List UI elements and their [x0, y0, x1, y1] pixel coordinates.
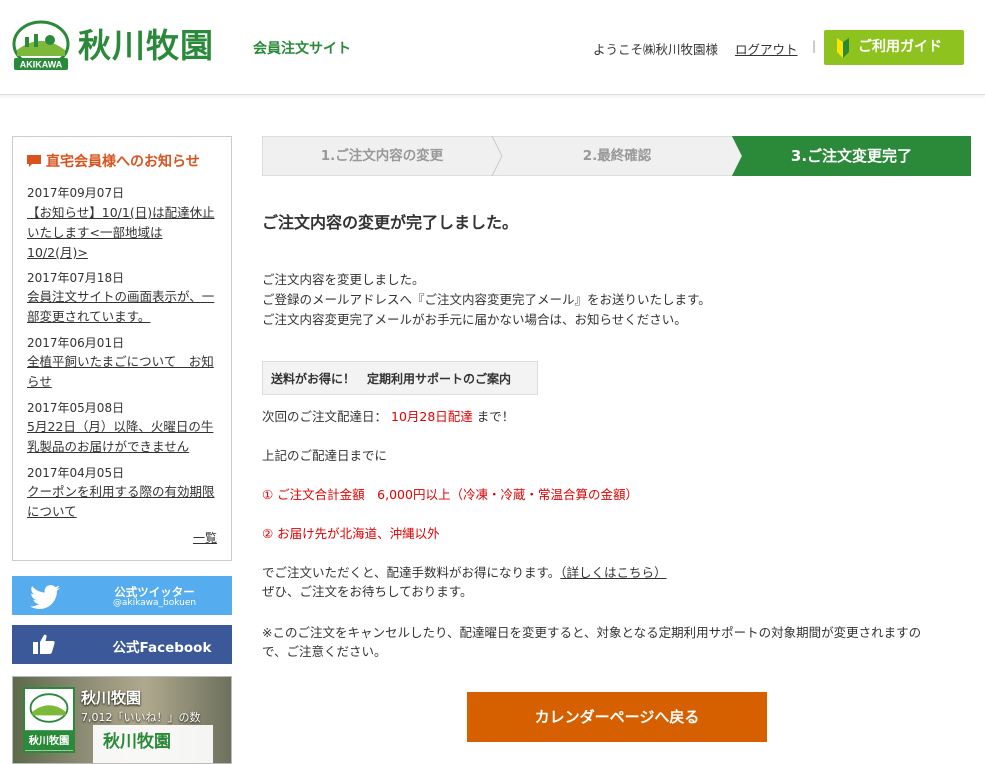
twitter-handle: @akikawa_bokuen	[112, 598, 197, 608]
condition-2: ② お届け先が北海道、沖縄以外	[262, 526, 440, 541]
news-link[interactable]: クーポンを利用する際の有効期限について	[27, 482, 219, 522]
details-link[interactable]: （詳しくはこちら）	[560, 565, 666, 580]
facebook-page-logo-icon: 秋川牧園	[23, 687, 75, 753]
welcome-text: ようこそ㈱秋川牧園様	[593, 42, 719, 57]
step-3-active: 3.ご注文変更完了	[790, 147, 913, 165]
news-date: 2017年06月01日	[27, 336, 125, 350]
news-date: 2017年04月05日	[27, 466, 125, 480]
user-guide-label: ご利用ガイド	[858, 39, 942, 55]
news-link[interactable]: 全植平飼いたまごについて お知らせ	[27, 352, 219, 392]
news-date: 2017年07月18日	[27, 271, 125, 285]
akikawa-logo-icon[interactable]: AKIKAWA	[12, 20, 70, 72]
closing-text: ぜひ、ご注文をお待ちしております。	[262, 584, 473, 599]
message-line: ご注文内容を変更しました。	[262, 272, 425, 287]
twitter-button[interactable]: 公式ツイッター @akikawa_bokuen	[12, 576, 232, 615]
news-link[interactable]: 【お知らせ】10/1(日)は配達休止いたします<一部地域は10/2(月)>	[27, 203, 219, 263]
logo-text[interactable]: 秋川牧園	[78, 22, 214, 70]
facebook-page-widget[interactable]: 秋川牧園 秋川牧園 秋川牧園 7,012「いいね！」の数	[12, 676, 232, 764]
step-2: 2.最終確認	[582, 148, 652, 164]
svg-text:AKIKAWA: AKIKAWA	[20, 60, 63, 70]
news-list-link[interactable]: 一覧	[193, 529, 217, 546]
facebook-like-count: 7,012「いいね！」の数	[81, 711, 201, 724]
message-line: ご登録のメールアドレスへ『ご注文内容変更完了メール』をお送りいたします。	[262, 292, 711, 307]
logout-link[interactable]: ログアウト	[735, 39, 798, 58]
next-delivery-date: 10月28日配達	[391, 409, 473, 424]
news-title: 直宅会員様へのお知らせ	[27, 151, 200, 171]
support-promo-heading: 送料がお得に！ 定期利用サポートのご案内	[262, 361, 538, 395]
site-header: AKIKAWA 秋川牧園 会員注文サイト ようこそ㈱秋川牧園様 ログアウト | …	[0, 0, 985, 95]
condition-1: ① ご注文合計金額 6,000円以上（冷凍・冷蔵・常温合算の金額）	[262, 487, 638, 502]
header-separator: |	[812, 39, 817, 53]
news-link[interactable]: 5月22日（月）以降、火曜日の牛乳製品のお届けができません	[27, 417, 219, 457]
progress-steps: 1.ご注文内容の変更 2.最終確認 3.ご注文変更完了	[262, 136, 971, 176]
facebook-button[interactable]: 公式Facebook	[12, 625, 232, 664]
message-line: ご注文内容変更完了メールがお手元に届かない場合は、お知らせください。	[262, 312, 687, 327]
note-line: ※このご注文をキャンセルしたり、配達曜日を変更すると、対象となる定期利用サポート…	[262, 625, 922, 640]
next-delivery-line: 次回のご注文配達日： 10月28日配達 まで！	[262, 409, 515, 424]
benefit-line: でご注文いただくと、配達手数料がお得になります。（詳しくはこちら）	[262, 565, 667, 580]
step-1: 1.ご注文内容の変更	[320, 148, 444, 164]
facebook-page-name[interactable]: 秋川牧園	[81, 687, 141, 708]
news-date: 2017年05月08日	[27, 401, 125, 415]
back-to-calendar-button[interactable]: カレンダーページへ戻る	[467, 692, 767, 742]
page-title: ご注文内容の変更が完了しました。	[262, 213, 519, 232]
beginner-mark-icon	[837, 38, 849, 58]
svg-text:秋川牧園: 秋川牧園	[29, 734, 70, 747]
news-date: 2017年09月07日	[27, 186, 125, 200]
facebook-cover-title: 秋川牧園	[103, 732, 171, 752]
speech-bubble-icon	[27, 155, 41, 167]
facebook-label: 公式Facebook	[112, 640, 212, 656]
note-line: で、ご注意ください。	[262, 644, 387, 659]
until-text: 上記のご配達日までに	[262, 448, 388, 463]
news-link[interactable]: 会員注文サイトの画面表示が、一部変更されています。	[27, 287, 219, 327]
site-label: 会員注文サイト	[253, 41, 351, 57]
user-guide-button[interactable]: ご利用ガイド	[824, 30, 964, 65]
news-panel: 直宅会員様へのお知らせ 2017年09月07日 【お知らせ】10/1(日)は配達…	[12, 136, 232, 561]
